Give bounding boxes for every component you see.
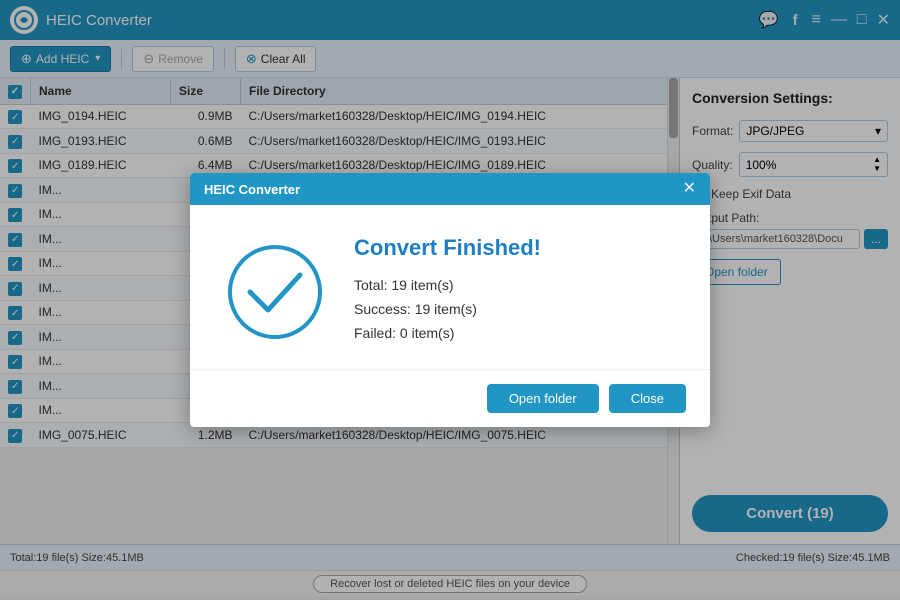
success-icon [220,237,330,347]
modal-dialog: HEIC Converter ✕ Convert Finished! Total… [190,173,710,427]
modal-open-folder-button[interactable]: Open folder [487,384,599,413]
modal-failed: Failed: 0 item(s) [354,325,680,341]
modal-footer: Open folder Close [190,369,710,427]
modal-close-button[interactable]: ✕ [683,181,696,197]
modal-header: HEIC Converter ✕ [190,173,710,205]
modal-body: Convert Finished! Total: 19 item(s) Succ… [190,205,710,369]
modal-overlay: HEIC Converter ✕ Convert Finished! Total… [0,0,900,600]
modal-heading: Convert Finished! [354,235,680,261]
modal-content: Convert Finished! Total: 19 item(s) Succ… [354,235,680,349]
modal-title: HEIC Converter [204,182,300,197]
modal-total: Total: 19 item(s) [354,277,680,293]
modal-close-btn[interactable]: Close [609,384,686,413]
modal-success: Success: 19 item(s) [354,301,680,317]
